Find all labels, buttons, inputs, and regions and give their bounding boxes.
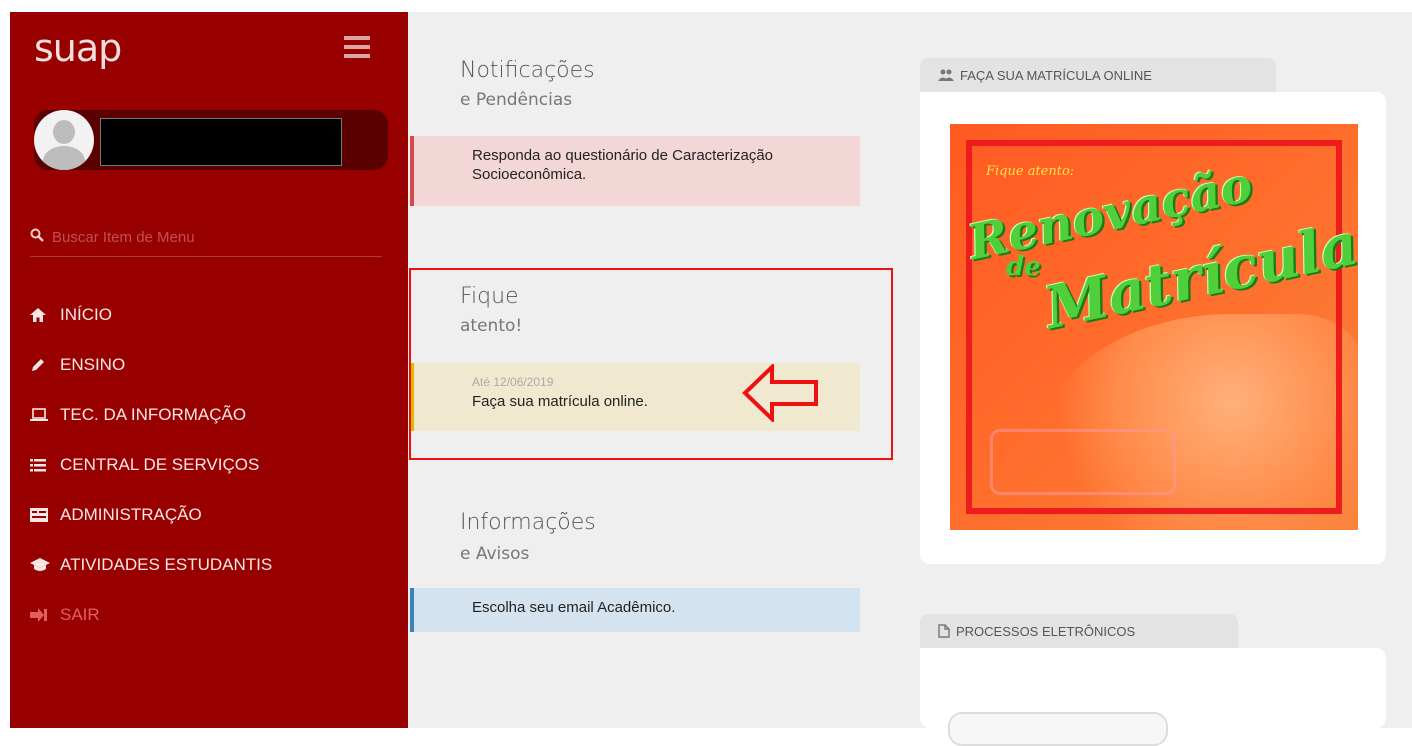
avatar[interactable] xyxy=(34,110,94,170)
graduation-cap-icon xyxy=(30,558,60,572)
processos-chip[interactable] xyxy=(948,712,1168,746)
highlight-annotation xyxy=(409,268,893,460)
notification-item[interactable]: Responda ao questionário de Caracterizaç… xyxy=(410,136,860,206)
sidebar-item-central-servicos[interactable]: CENTRAL DE SERVIÇOS xyxy=(30,440,400,490)
user-card[interactable] xyxy=(34,110,388,170)
sign-out-icon xyxy=(30,608,60,622)
building-icon xyxy=(30,508,60,522)
sidebar-item-label: INÍCIO xyxy=(60,305,112,324)
info-subtitle: e Avisos xyxy=(460,544,530,564)
list-icon xyxy=(30,458,60,472)
banner-line3: de xyxy=(1006,252,1041,282)
sidebar-item-label: CENTRAL DE SERVIÇOS xyxy=(60,455,260,474)
file-icon xyxy=(938,624,950,638)
sidebar-item-tec-informacao[interactable]: TEC. DA INFORMAÇÃO xyxy=(30,390,400,440)
arrow-left-icon xyxy=(742,364,818,422)
sidebar-item-label: ENSINO xyxy=(60,355,126,374)
info-item[interactable]: Escolha seu email Acadêmico. xyxy=(410,588,860,632)
notifications-subtitle: e Pendências xyxy=(460,90,573,110)
sidebar-item-ensino[interactable]: ENSINO xyxy=(30,340,400,390)
sidebar-item-label: SAIR xyxy=(60,605,100,624)
sidebar-item-sair[interactable]: SAIR xyxy=(30,590,400,640)
notifications-title: Notificações xyxy=(460,58,595,83)
info-text: Escolha seu email Acadêmico. xyxy=(472,599,676,616)
sidebar-item-atividades-estudantis[interactable]: ATIVIDADES ESTUDANTIS xyxy=(30,540,400,590)
laptop-icon xyxy=(30,408,60,422)
sidebar-item-administracao[interactable]: ADMINISTRAÇÃO xyxy=(30,490,400,540)
sidebar-item-label: ATIVIDADES ESTUDANTIS xyxy=(60,555,273,574)
matricula-banner[interactable]: Fique atento: Renovação de Matrícula xyxy=(950,124,1358,530)
widget-matricula-label: FAÇA SUA MATRÍCULA ONLINE xyxy=(920,58,1276,92)
logo[interactable]: suap xyxy=(34,26,122,70)
widget-processos-label: PROCESSOS ELETRÔNICOS xyxy=(920,614,1238,648)
sidebar-menu: INÍCIO ENSINO TEC. DA INFORMAÇÃO CENTRAL… xyxy=(30,290,400,640)
banner-line1: Fique atento: xyxy=(986,164,1075,179)
sidebar-item-inicio[interactable]: INÍCIO xyxy=(30,290,400,340)
pencil-icon xyxy=(30,357,60,373)
menu-search-input[interactable] xyxy=(50,224,374,250)
search-icon xyxy=(30,228,44,242)
info-title: Informações xyxy=(460,510,596,535)
home-icon xyxy=(30,308,60,322)
widget-matricula-title: FAÇA SUA MATRÍCULA ONLINE xyxy=(960,67,1152,83)
sidebar-item-label: ADMINISTRAÇÃO xyxy=(60,505,202,524)
notification-text: Responda ao questionário de Caracterizaç… xyxy=(472,147,774,183)
users-icon xyxy=(938,69,954,81)
user-name-redacted xyxy=(100,118,342,166)
widget-processos-title: PROCESSOS ELETRÔNICOS xyxy=(956,623,1136,639)
hamburger-menu-icon[interactable] xyxy=(344,36,370,58)
sidebar-item-label: TEC. DA INFORMAÇÃO xyxy=(60,405,247,424)
sidebar: suap INÍCIO ENSINO xyxy=(10,12,408,728)
menu-search xyxy=(30,224,382,257)
